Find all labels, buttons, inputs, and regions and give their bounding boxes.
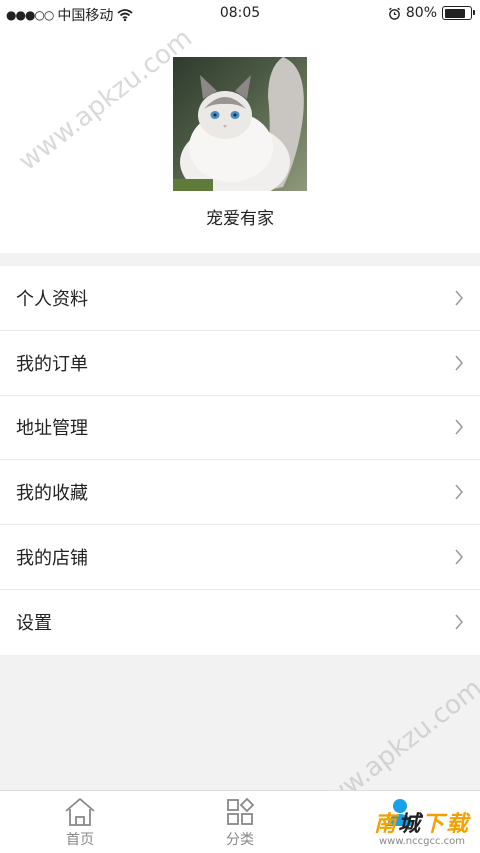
shop-avatar[interactable] (173, 57, 307, 191)
menu-item-address[interactable]: 地址管理 (0, 396, 480, 461)
tab-label: 首页 (66, 832, 94, 848)
home-icon (65, 798, 95, 826)
tab-label: 分类 (226, 832, 254, 848)
shop-name: 宠爱有家 (206, 209, 274, 229)
chevron-right-icon (455, 419, 463, 435)
menu-item-label: 设置 (16, 613, 52, 635)
tab-mine[interactable] (320, 791, 480, 853)
battery-percent: 80% (405, 5, 437, 21)
menu-item-label: 地址管理 (16, 418, 88, 440)
menu-item-profile[interactable]: 个人资料 (0, 266, 480, 331)
menu-item-label: 我的店铺 (16, 548, 88, 570)
status-right: 80% (388, 5, 475, 21)
user-icon (387, 799, 413, 826)
alarm-icon (388, 7, 400, 20)
battery-icon (442, 6, 475, 20)
profile-menu: 个人资料 我的订单 地址管理 我的收藏 我的店铺 设置 (0, 266, 480, 655)
menu-item-settings[interactable]: 设置 (0, 590, 480, 655)
tab-bar: 首页 分类 (0, 790, 480, 853)
profile-header: 宠爱有家 (0, 28, 480, 253)
menu-item-label: 个人资料 (16, 288, 88, 310)
menu-item-orders[interactable]: 我的订单 (0, 331, 480, 396)
tab-category[interactable]: 分类 (160, 791, 320, 853)
chevron-right-icon (455, 614, 463, 630)
chevron-right-icon (455, 290, 463, 306)
chevron-right-icon (455, 355, 463, 371)
chevron-right-icon (455, 549, 463, 565)
menu-item-store[interactable]: 我的店铺 (0, 525, 480, 590)
cat-photo (173, 57, 304, 191)
chevron-right-icon (455, 484, 463, 500)
menu-item-favorites[interactable]: 我的收藏 (0, 460, 480, 526)
status-bar: ●●●○○ 中国移动 08:05 80% (0, 0, 480, 28)
tab-home[interactable]: 首页 (0, 791, 160, 853)
category-icon (227, 797, 255, 825)
battery-fill (444, 8, 465, 18)
menu-item-label: 我的订单 (16, 353, 88, 375)
menu-item-label: 我的收藏 (16, 483, 88, 505)
